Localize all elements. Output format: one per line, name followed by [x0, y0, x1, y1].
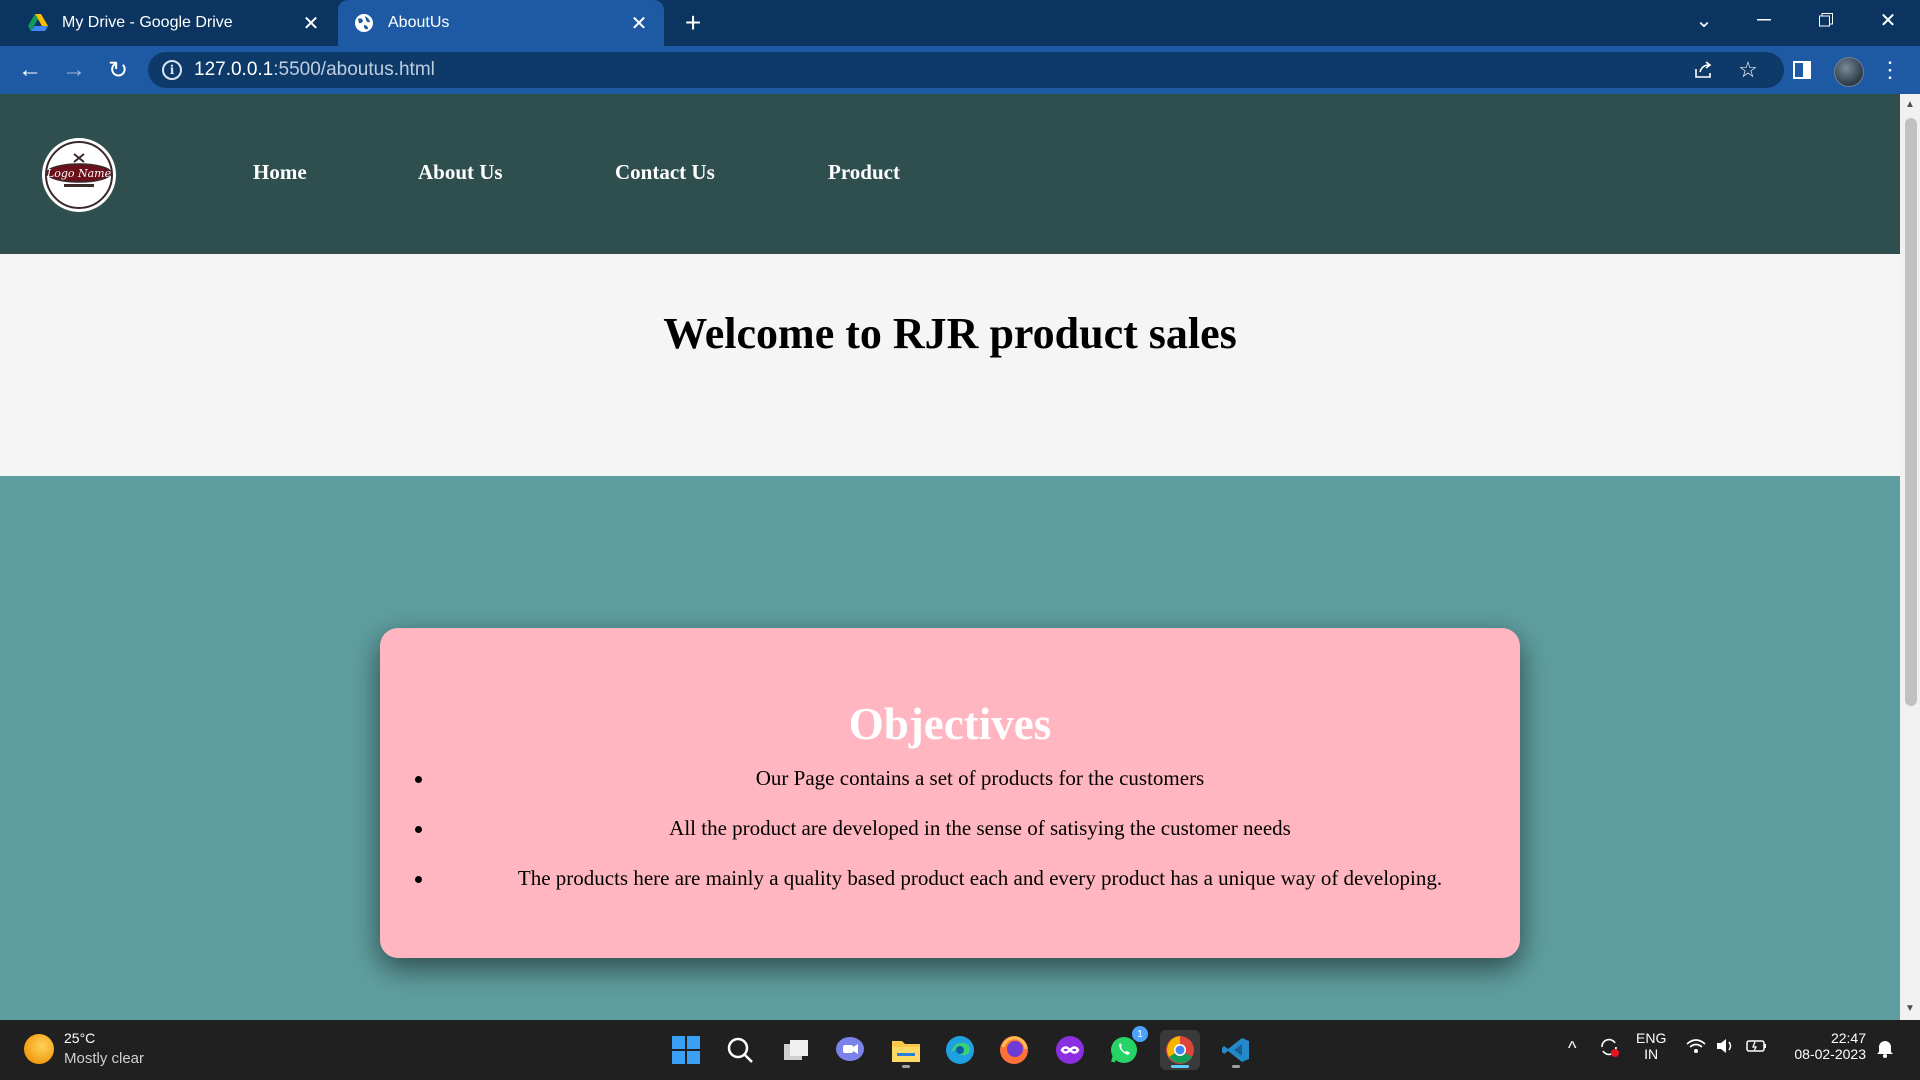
- back-icon[interactable]: ←: [14, 54, 46, 86]
- firefox-icon[interactable]: [994, 1030, 1034, 1070]
- chevron-up-icon[interactable]: ^: [1568, 1038, 1576, 1059]
- clock[interactable]: 22:47 08-02-2023: [1786, 1030, 1866, 1062]
- search-icon[interactable]: [720, 1030, 760, 1070]
- close-window-icon[interactable]: ✕: [1868, 0, 1908, 40]
- teams-chat-icon[interactable]: [830, 1030, 870, 1070]
- tab-title: My Drive - Google Drive: [62, 14, 233, 31]
- windows-taskbar: 25°C Mostly clear 1 ^ ENG IN 22:47 08-02…: [0, 1020, 1920, 1080]
- new-tab-button[interactable]: +: [678, 7, 708, 38]
- nav-about-us[interactable]: About Us: [418, 160, 503, 185]
- nav-contact-us[interactable]: Contact Us: [615, 160, 715, 185]
- notification-badge: 1: [1132, 1026, 1148, 1042]
- restore-icon[interactable]: [1806, 0, 1846, 40]
- battery-icon[interactable]: [1746, 1038, 1768, 1057]
- logo-text: Logo Name: [46, 167, 112, 180]
- site-info-icon[interactable]: i: [162, 60, 182, 80]
- close-tab-icon[interactable]: ✕: [628, 12, 650, 35]
- windows-start-icon[interactable]: [666, 1030, 706, 1070]
- logo[interactable]: Logo Name: [34, 136, 124, 214]
- side-panel-icon[interactable]: [1786, 54, 1818, 86]
- welcome-section: Welcome to RJR product sales: [0, 254, 1900, 476]
- list-item: Our Page contains a set of products for …: [380, 766, 1520, 816]
- tab-aboutus[interactable]: AboutUs ✕: [338, 0, 664, 46]
- whatsapp-icon[interactable]: 1: [1104, 1026, 1148, 1070]
- browser-toolbar: ← → ↻ i 127.0.0.1:5500/aboutus.html ☆ ⋮: [0, 46, 1920, 94]
- browser-tab-strip: My Drive - Google Drive ✕ AboutUs ✕ + ⌄ …: [0, 0, 1920, 46]
- google-drive-icon: [28, 13, 48, 33]
- tab-search-icon[interactable]: ⌄: [1684, 0, 1724, 40]
- list-item: All the product are developed in the sen…: [380, 816, 1520, 866]
- vertical-scrollbar[interactable]: ▲ ▼: [1900, 94, 1920, 1020]
- list-item: The products here are mainly a quality b…: [380, 866, 1520, 916]
- bookmark-star-icon[interactable]: ☆: [1732, 54, 1764, 86]
- weather-desc[interactable]: Mostly clear: [64, 1050, 144, 1067]
- profile-avatar[interactable]: [1834, 57, 1864, 87]
- language-indicator[interactable]: ENG IN: [1636, 1030, 1666, 1062]
- file-explorer-icon[interactable]: [886, 1030, 926, 1070]
- weather-temp[interactable]: 25°C: [64, 1030, 95, 1046]
- volume-icon[interactable]: [1716, 1038, 1736, 1057]
- wifi-icon[interactable]: [1686, 1038, 1706, 1057]
- edge-icon[interactable]: [940, 1030, 980, 1070]
- minimize-icon[interactable]: [1744, 0, 1784, 40]
- page-viewport: Logo Name Home About Us Contact Us Produ…: [0, 94, 1920, 1020]
- sync-icon[interactable]: [1598, 1036, 1620, 1061]
- tab-title: AboutUs: [388, 14, 450, 31]
- objectives-card: Objectives Our Page contains a set of pr…: [380, 628, 1520, 958]
- address-bar[interactable]: i 127.0.0.1:5500/aboutus.html: [148, 52, 1784, 88]
- chrome-menu-icon[interactable]: ⋮: [1874, 54, 1906, 86]
- tab-my-drive[interactable]: My Drive - Google Drive ✕: [0, 0, 336, 46]
- notifications-bell-icon[interactable]: [1876, 1038, 1894, 1061]
- share-icon[interactable]: [1688, 54, 1720, 86]
- game-icon[interactable]: [1050, 1030, 1090, 1070]
- vscode-icon[interactable]: [1216, 1030, 1256, 1070]
- site-header: Logo Name Home About Us Contact Us Produ…: [0, 94, 1900, 254]
- nav-home[interactable]: Home: [253, 160, 307, 185]
- reload-icon[interactable]: ↻: [102, 54, 134, 86]
- task-view-icon[interactable]: [776, 1030, 816, 1070]
- running-indicator: [902, 1065, 910, 1068]
- running-indicator: [1232, 1065, 1240, 1068]
- scroll-thumb[interactable]: [1905, 118, 1917, 706]
- forward-icon[interactable]: →: [58, 54, 90, 86]
- page-title: Welcome to RJR product sales: [663, 309, 1237, 358]
- nav-product[interactable]: Product: [828, 160, 900, 185]
- url-text: 127.0.0.1:5500/aboutus.html: [194, 59, 435, 80]
- close-tab-icon[interactable]: ✕: [300, 12, 322, 35]
- chrome-icon[interactable]: [1160, 1030, 1200, 1070]
- active-indicator: [1171, 1065, 1189, 1068]
- globe-icon: [354, 13, 374, 33]
- objectives-title: Objectives: [848, 699, 1052, 749]
- scroll-down-icon[interactable]: ▼: [1904, 1002, 1916, 1014]
- weather-moon-icon[interactable]: [24, 1034, 54, 1064]
- objectives-list: Our Page contains a set of products for …: [380, 766, 1520, 916]
- scroll-up-icon[interactable]: ▲: [1904, 98, 1916, 110]
